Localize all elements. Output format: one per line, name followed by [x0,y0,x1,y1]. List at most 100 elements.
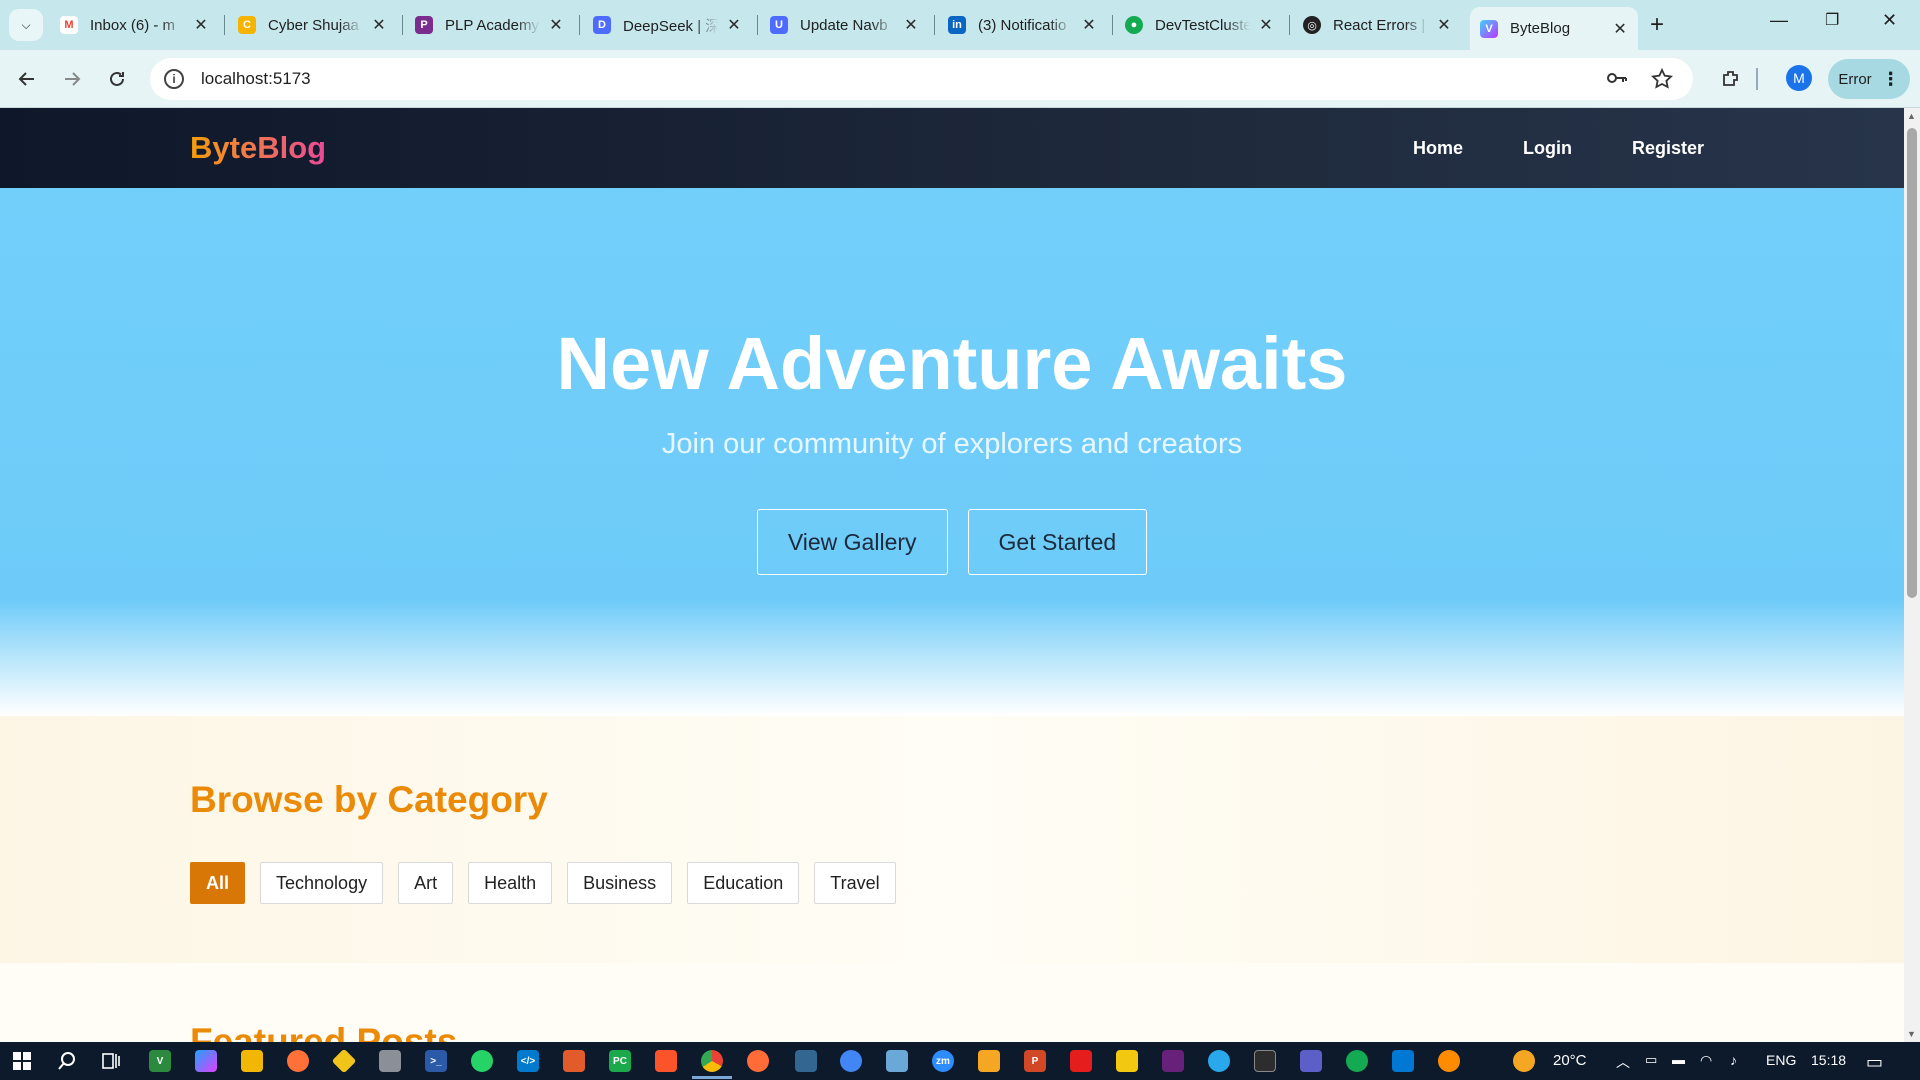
teams-icon[interactable] [1300,1050,1322,1072]
close-icon[interactable]: ✕ [1436,15,1452,35]
browser-tab[interactable]: ◎ React Errors | ✕ [1293,7,1462,43]
browser-tab[interactable]: U Update Navb ✕ [760,7,929,43]
page-scrollbar[interactable]: ▲ ▼ [1904,108,1920,1042]
extensions-icon[interactable] [1718,66,1744,92]
headphones-icon[interactable] [1438,1050,1460,1072]
volume-icon[interactable]: ♪ [1730,1052,1737,1068]
windows-start-icon[interactable] [11,1050,33,1072]
close-icon[interactable]: ✕ [371,15,387,35]
battery-icon[interactable]: ▬ [1672,1052,1685,1067]
task-view-icon[interactable] [100,1050,122,1072]
back-icon[interactable] [14,66,40,92]
clock[interactable]: 15:18 [1811,1052,1846,1068]
browser-tab[interactable]: D DeepSeek | 深 ✕ [583,7,752,43]
close-icon[interactable]: ✕ [548,15,564,35]
whatsapp-icon[interactable] [471,1050,493,1072]
temperature[interactable]: 20°C [1553,1052,1587,1069]
tab-label: DevTestCluste [1155,16,1250,34]
vscode-icon[interactable]: </> [517,1050,539,1072]
visual-studio-icon[interactable] [1162,1050,1184,1072]
url-text[interactable]: localhost:5173 [201,69,311,89]
forward-icon[interactable] [59,66,85,92]
pycharm-icon[interactable]: PC [609,1050,631,1072]
search-icon[interactable] [56,1050,78,1072]
git-icon[interactable] [331,1048,357,1074]
terminal-icon[interactable] [1254,1050,1276,1072]
category-chip-technology[interactable]: Technology [260,862,384,904]
scroll-up-icon[interactable]: ▲ [1907,111,1916,121]
browser-tab[interactable]: ● DevTestCluste ✕ [1115,7,1284,43]
copilot-icon[interactable] [195,1050,217,1072]
browser-tab[interactable]: M Inbox (6) - m ✕ [50,7,219,43]
close-icon[interactable]: ✕ [1612,19,1628,39]
power-bi-icon[interactable] [1116,1050,1138,1072]
language-indicator[interactable]: ENG [1766,1052,1796,1068]
category-chip-all[interactable]: All [190,862,246,904]
nav-login-link[interactable]: Login [1523,138,1572,159]
key-icon[interactable] [1605,68,1629,95]
tab-label: ByteBlog [1510,20,1571,37]
close-icon[interactable]: ✕ [1081,15,1097,35]
category-chip-business[interactable]: Business [567,862,673,904]
nav-home-link[interactable]: Home [1413,138,1463,159]
powerpoint-icon[interactable]: P [1024,1050,1046,1072]
minimize-icon[interactable]: — [1770,10,1788,31]
site-logo[interactable]: ByteBlog [190,130,326,166]
postman-icon[interactable] [747,1050,769,1072]
get-started-button[interactable]: Get Started [967,509,1148,575]
brave-icon[interactable] [655,1050,677,1072]
zoom-icon[interactable]: zm [932,1050,954,1072]
postgresql-icon[interactable] [795,1050,817,1072]
restore-icon[interactable]: ❐ [1825,10,1839,30]
hero-subtitle: Join our community of explorers and crea… [661,428,1243,460]
vim-icon[interactable]: V [149,1050,171,1072]
bookmark-star-icon[interactable] [1650,67,1674,95]
show-hidden-icons-icon[interactable]: ︿ [1616,1052,1630,1072]
hero-buttons: View Gallery Get Started [0,509,1904,575]
wifi-icon[interactable]: ◠ [1700,1052,1712,1069]
profile-avatar[interactable]: M [1786,65,1812,91]
reload-icon[interactable] [104,66,130,92]
telegram-icon[interactable] [1208,1050,1230,1072]
outlook-icon[interactable] [1392,1050,1414,1072]
firefox-icon[interactable] [287,1050,309,1072]
close-window-icon[interactable]: ✕ [1882,10,1897,31]
scrollbar-thumb[interactable] [1907,128,1917,598]
close-icon[interactable]: ✕ [1258,15,1274,35]
sublime-icon[interactable] [978,1050,1000,1072]
category-chip-education[interactable]: Education [687,862,800,904]
nav-register-link[interactable]: Register [1632,138,1704,159]
ubuntu-icon[interactable] [563,1050,585,1072]
acrobat-icon[interactable] [1070,1050,1092,1072]
new-tab-button[interactable]: + [1650,11,1664,39]
file-explorer-icon[interactable] [241,1050,263,1072]
scroll-down-icon[interactable]: ▼ [1907,1029,1916,1039]
gmail-icon: M [60,16,78,34]
browser-tab-active[interactable]: V ByteBlog ✕ [1470,7,1638,50]
mongodb-icon: ● [1125,16,1143,34]
close-icon[interactable]: ✕ [193,15,209,35]
category-chip-art[interactable]: Art [398,862,454,904]
app-grid-icon[interactable] [886,1050,908,1072]
mongodb-compass-icon[interactable] [1346,1050,1368,1072]
view-gallery-button[interactable]: View Gallery [756,509,948,575]
chrome-icon[interactable] [701,1050,723,1072]
app-icon[interactable] [840,1050,862,1072]
database-icon[interactable] [379,1050,401,1072]
browser-tab[interactable]: P PLP Academy ✕ [405,7,574,43]
address-bar[interactable]: i localhost:5173 [150,58,1693,100]
notifications-icon[interactable]: ▭ [1866,1052,1883,1073]
more-vertical-icon: ⋮ [1881,68,1900,89]
weather-icon[interactable] [1513,1050,1535,1072]
site-info-icon[interactable]: i [164,69,184,89]
category-chip-health[interactable]: Health [468,862,553,904]
browser-tab[interactable]: in (3) Notificatio ✕ [938,7,1107,43]
powershell-icon[interactable]: >_ [425,1050,447,1072]
close-icon[interactable]: ✕ [903,15,919,35]
error-menu-button[interactable]: Error ⋮ [1828,59,1910,99]
tab-search-button[interactable]: ⌵ [9,9,43,41]
browser-tab[interactable]: C Cyber Shujaa ✕ [228,7,397,43]
category-chip-travel[interactable]: Travel [814,862,896,904]
meet-now-icon[interactable]: ▭ [1645,1052,1657,1068]
close-icon[interactable]: ✕ [726,15,742,35]
